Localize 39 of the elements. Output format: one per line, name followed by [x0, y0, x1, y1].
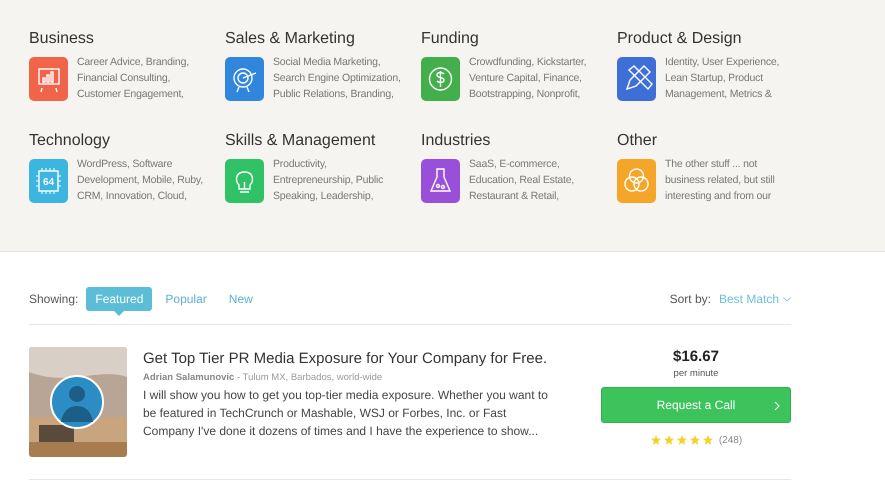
dollar-icon[interactable] — [421, 57, 460, 101]
category-title[interactable]: Product & Design — [617, 30, 813, 48]
sort-label: Sort by: — [670, 292, 711, 306]
flask-icon[interactable] — [421, 159, 460, 203]
star-icon — [650, 434, 662, 446]
star-icon — [688, 434, 701, 446]
category-title[interactable]: Funding — [421, 30, 617, 48]
category-title[interactable]: Business — [29, 30, 225, 48]
category-title[interactable]: Industries — [421, 132, 617, 150]
price: $16.67 — [673, 348, 719, 365]
star-icon — [676, 434, 688, 446]
listing-description: I will show you how to get you top-tier media exposure. Whether you want to be featured in TechCrunch or Mashable, WSJ or Forbes, Inc. or Fast Company I've done it dozens of times and I have the experience to show... — [143, 387, 549, 440]
tab-pointer — [114, 311, 124, 316]
review-count: (248) — [718, 434, 742, 446]
star-icon — [702, 434, 714, 446]
pencil-ruler-icon[interactable] — [617, 57, 656, 101]
category-description: Productivity, Entrepreneurship, Public Speaking, Leadership, — [273, 157, 384, 204]
category-title[interactable]: Technology — [29, 132, 225, 150]
category-description: SaaS, E-commerce, Education, Real Estate, Restaurant & Retail, — [469, 157, 576, 204]
category-title[interactable]: Sales & Marketing — [225, 30, 421, 48]
target-icon[interactable] — [225, 57, 264, 101]
category-title[interactable]: Other — [617, 132, 813, 150]
category-description: WordPress, Software Development, Mobile, Ruby, CRM, Innovation, Cloud, — [77, 157, 204, 204]
category-description: Career Advice, Branding, Financial Consulting, Customer Engagement, — [77, 55, 190, 102]
category-title[interactable]: Skills & Management — [225, 132, 421, 150]
chevron-icon — [774, 401, 780, 411]
category-description: Crowdfunding, Kickstarter, Venture Capital, Finance, Bootstrapping, Nonprofit, — [469, 55, 588, 102]
category-description: Identity, User Experience, Lean Startup, Product Management, Metrics & — [665, 55, 780, 102]
circles-icon[interactable] — [617, 159, 656, 203]
category-description: The other stuff ... not business related, but still interesting and from our — [665, 157, 776, 204]
showing-label: Showing: — [29, 292, 78, 306]
lightbulb-icon[interactable] — [225, 159, 264, 203]
caret-icon — [783, 296, 791, 302]
category-description: Social Media Marketing, Search Engine Optimization, Public Relations, Branding, — [273, 55, 401, 102]
chart-board-icon[interactable] — [29, 57, 68, 101]
author-line: Adrian Salamunovic - Tulum MX, Barbados, world-wide — [143, 372, 384, 383]
star-icon — [662, 434, 675, 446]
listing-title[interactable]: Get Top Tier PR Media Exposure for Your Company for Free. — [143, 350, 553, 367]
price-unit: per minute — [674, 368, 718, 379]
